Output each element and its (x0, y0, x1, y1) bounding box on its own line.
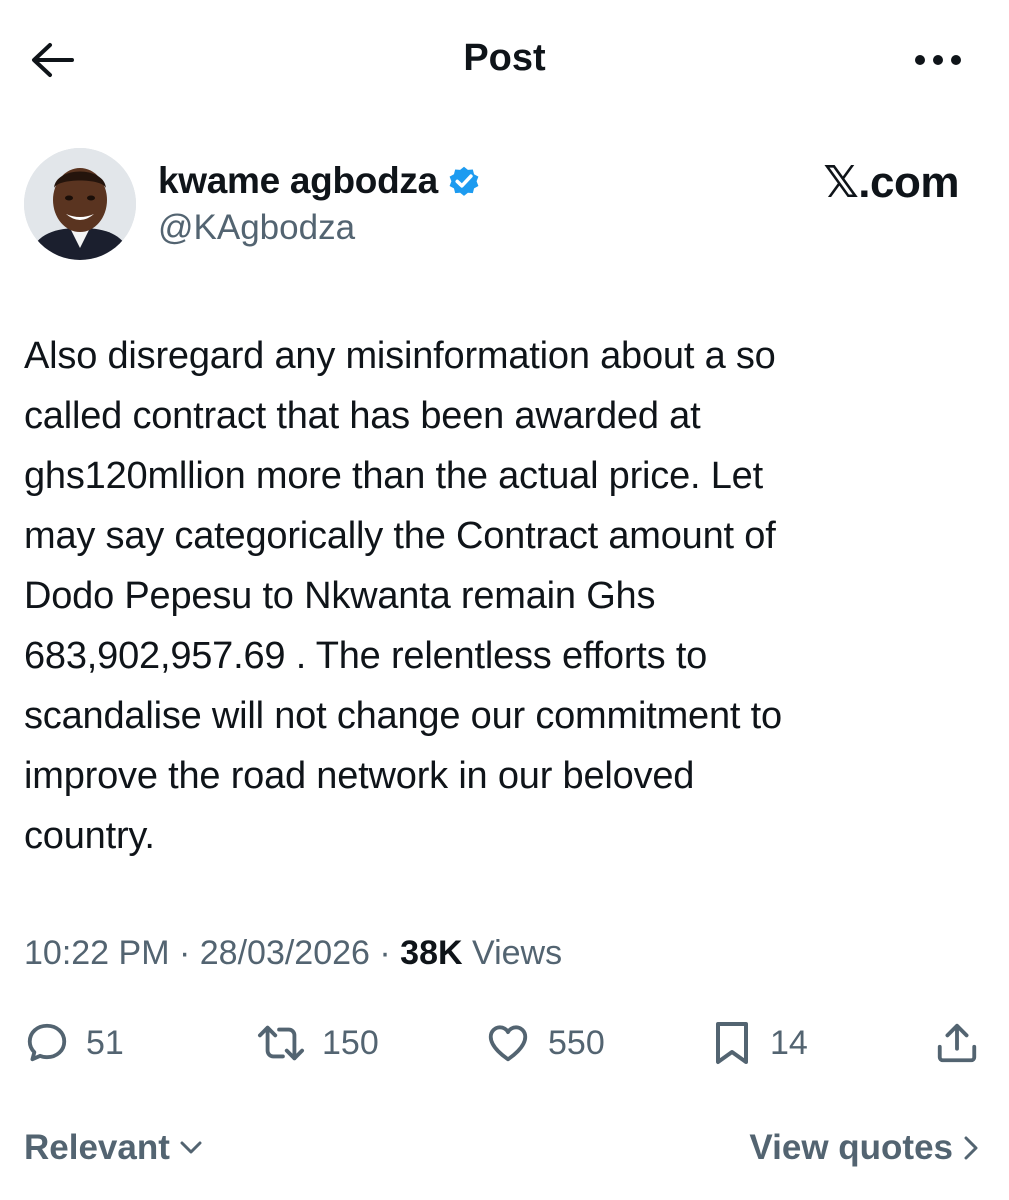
repost-count: 150 (322, 1024, 379, 1062)
back-button[interactable] (26, 34, 78, 86)
share-icon (937, 1023, 977, 1063)
top-bar: Post (0, 0, 1009, 118)
action-bar: 51 150 550 14 (0, 1008, 1009, 1078)
repost-icon (257, 1025, 304, 1061)
view-quotes-label: View quotes (749, 1128, 953, 1167)
author-display-name: kwame agbodza (158, 160, 438, 201)
view-quotes-link[interactable]: View quotes (749, 1118, 979, 1178)
ellipsis-icon (915, 55, 961, 65)
bookmark-button[interactable]: 14 (710, 1008, 808, 1078)
source-logo: 𝕏.com (823, 158, 959, 207)
like-icon (488, 1025, 528, 1062)
page-title: Post (463, 37, 546, 79)
post-time[interactable]: 10:22 PM (24, 934, 170, 972)
verified-badge-icon (449, 166, 479, 196)
avatar-image (24, 148, 136, 260)
views-count[interactable]: 38K (400, 934, 462, 972)
post-date[interactable]: 28/03/2026 (200, 934, 370, 972)
arrow-left-icon (32, 43, 74, 77)
like-button[interactable]: 550 (484, 1008, 605, 1078)
chevron-right-icon (964, 1136, 978, 1160)
avatar[interactable] (24, 148, 136, 260)
replies-bar: Relevant View quotes (0, 1118, 1009, 1178)
views-label: Views (472, 934, 563, 972)
bookmark-count: 14 (770, 1024, 808, 1062)
share-button[interactable] (934, 1008, 980, 1078)
more-options-button[interactable] (906, 38, 970, 82)
repost-button[interactable]: 150 (256, 1008, 379, 1078)
meta-separator: · (178, 934, 191, 972)
like-count: 550 (548, 1024, 605, 1062)
chevron-down-icon (180, 1141, 202, 1154)
sort-replies-dropdown[interactable]: Relevant (24, 1118, 202, 1178)
author-handle[interactable]: @KAgbodza (158, 206, 355, 250)
author-name-row[interactable]: kwame agbodza (158, 158, 482, 204)
meta-separator: · (379, 934, 391, 972)
post-text: Also disregard any misinformation about … (24, 335, 782, 857)
reply-button[interactable]: 51 (24, 1008, 124, 1078)
reply-count: 51 (86, 1024, 124, 1062)
sort-label: Relevant (24, 1128, 170, 1167)
bookmark-icon (716, 1022, 748, 1064)
post-meta: 10:22 PM · 28/03/2026 · 38K Views (24, 928, 562, 978)
post-author: kwame agbodza @KAgbodza 𝕏.com (0, 140, 1009, 270)
reply-icon (27, 1023, 67, 1062)
